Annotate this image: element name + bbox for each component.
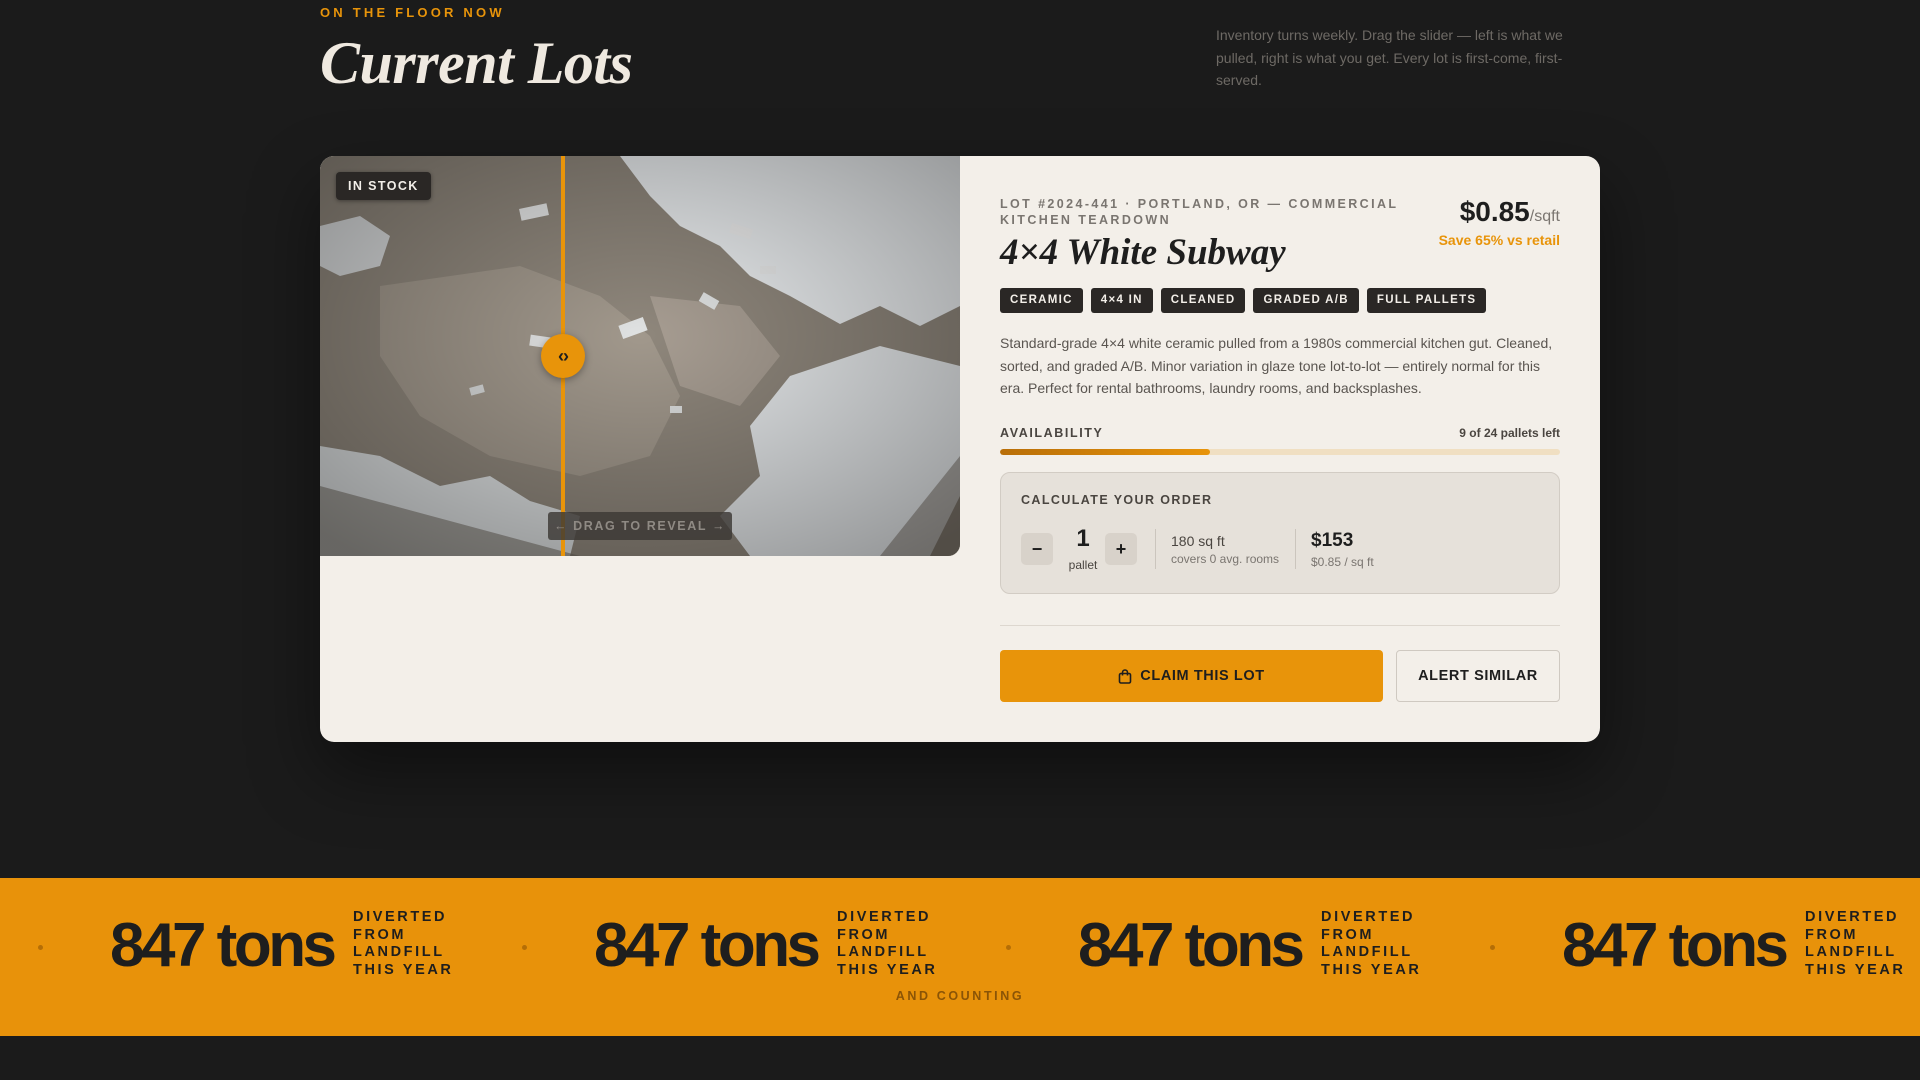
increment-button[interactable]: +: [1105, 533, 1137, 565]
rooms-covered: covers 0 avg. rooms: [1171, 552, 1280, 566]
ticker-stat: 847 tons: [1078, 911, 1305, 980]
tile-photo: [320, 156, 960, 556]
impact-ticker: 847 tons DIVERTED FROM LANDFILL THIS YEA…: [0, 878, 1920, 1036]
order-unit-price: $0.85 / sq ft: [1311, 555, 1374, 569]
price-unit: /sqft: [1529, 208, 1560, 225]
savings-text: Save 65% vs retail: [1438, 232, 1560, 248]
price-block: $0.85/sqft Save 65% vs retail: [1439, 196, 1560, 248]
lot-meta: LOT #2024-441 · PORTLAND, OR — COMMERCIA…: [1000, 197, 1399, 227]
order-total: $153: [1311, 530, 1354, 551]
tag: CLEANED: [1160, 288, 1246, 313]
product-title: 4×4 White Subway: [1000, 232, 1286, 273]
lot-card: IN STOCK ‹› ← DRAG TO REVEAL → LOT #2024…: [320, 156, 1600, 742]
tag: GRADED A/B: [1253, 288, 1359, 313]
quantity-value: 1: [1076, 525, 1090, 552]
claim-lot-button[interactable]: CLAIM THIS LOT: [1000, 650, 1383, 702]
section-eyebrow: ON THE FLOOR NOW: [320, 5, 505, 20]
ticker-dot: [38, 945, 43, 950]
calculator-label: CALCULATE YOUR ORDER: [1021, 493, 1213, 507]
page-title: Current Lots: [320, 30, 633, 96]
tag-list: CERAMIC 4×4 IN CLEANED GRADED A/B FULL P…: [1000, 288, 1487, 313]
availability-bar-fill: [1000, 449, 1210, 455]
ticker-dot: [522, 945, 527, 950]
drag-to-reveal-label: ← DRAG TO REVEAL →: [548, 512, 732, 540]
ticker-dot: [1006, 945, 1011, 950]
ticker-stat: 847 tons: [110, 911, 337, 980]
decrement-button[interactable]: −: [1021, 533, 1053, 565]
product-description: Standard-grade 4×4 white ceramic pulled …: [1000, 335, 1553, 396]
slider-handle-icon[interactable]: ‹›: [541, 334, 585, 378]
price-value: $0.85: [1459, 196, 1530, 227]
tag: CERAMIC: [1000, 288, 1083, 313]
tag: FULL PALLETS: [1366, 288, 1487, 313]
before-after-slider[interactable]: IN STOCK ‹› ← DRAG TO REVEAL →: [320, 156, 960, 556]
alert-similar-button[interactable]: ALERT SIMILAR: [1396, 650, 1560, 702]
square-footage: 180 sq ft: [1171, 533, 1225, 549]
in-stock-badge: IN STOCK: [336, 172, 431, 200]
section-divider: [1000, 625, 1560, 626]
ticker-stat: 847 tons: [594, 911, 821, 980]
ticker-dot: [1490, 945, 1495, 950]
ticker-caption: DIVERTED FROM LANDFILL THIS YEAR: [353, 909, 454, 978]
ticker-caption: DIVERTED FROM LANDFILL THIS YEAR: [1321, 909, 1422, 978]
divider: [1295, 529, 1296, 569]
ticker-stat: 847 tons: [1562, 911, 1789, 980]
bag-icon: [1118, 668, 1132, 684]
quantity-unit: pallet: [1068, 558, 1098, 572]
availability-count: 9 of 24 pallets left: [1459, 426, 1560, 440]
ticker-caption: DIVERTED FROM LANDFILL THIS YEAR: [1805, 909, 1906, 978]
availability-bar: [1000, 449, 1560, 455]
claim-lot-label: CLAIM THIS LOT: [1140, 668, 1265, 684]
ticker-caption: DIVERTED FROM LANDFILL THIS YEAR: [837, 909, 938, 978]
ticker-footnote: AND COUNTING: [895, 989, 1025, 1003]
availability-label: AVAILABILITY: [1000, 426, 1104, 440]
divider: [1155, 529, 1156, 569]
intro-text: Inventory turns weekly. Drag the slider …: [1216, 27, 1563, 88]
tag: 4×4 IN: [1090, 288, 1153, 313]
order-calculator: CALCULATE YOUR ORDER − 1 pallet + 180 sq…: [1000, 472, 1560, 594]
